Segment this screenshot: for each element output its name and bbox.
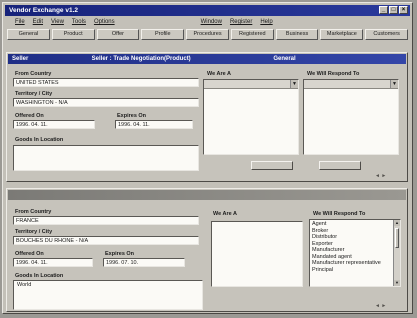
menu-bar: File Edit View Tools Options Window Regi… xyxy=(5,17,410,27)
scroll-thumb[interactable] xyxy=(395,228,399,248)
territory-label-2: Territory / City xyxy=(15,229,53,235)
toolbar-product-button[interactable]: Product xyxy=(51,29,95,40)
we-will-respond-dropdown[interactable]: ▼ xyxy=(304,80,398,89)
expires-on-label: Expires On xyxy=(117,113,147,119)
list-item[interactable]: Principal xyxy=(312,267,398,274)
toolbar-business-button[interactable]: Business xyxy=(275,29,319,40)
menu-file[interactable]: File xyxy=(15,19,25,25)
menu-options[interactable]: Options xyxy=(94,19,115,25)
menu-help[interactable]: Help xyxy=(260,19,272,25)
we-are-dropdown[interactable]: ▼ xyxy=(204,80,298,89)
menu-window[interactable]: Window xyxy=(201,19,222,25)
we-will-respond-label: We Will Respond To xyxy=(307,71,360,77)
respond-scrollbar[interactable]: ▲ ▼ xyxy=(393,220,400,286)
cancel-button[interactable] xyxy=(319,161,361,170)
expires-on-field[interactable]: 1996. 04. 11. xyxy=(115,120,193,129)
chevron-down-icon[interactable]: ▼ xyxy=(290,80,298,88)
seller-offer-window-2: From Country FRANCE Territory / City BOU… xyxy=(6,188,408,312)
territory-label: Territory / City xyxy=(15,91,53,97)
toolbar-customers-button[interactable]: Customers xyxy=(365,29,409,40)
we-are-label-2: We Are A xyxy=(213,211,237,217)
menu-tools[interactable]: Tools xyxy=(72,19,86,25)
seller-offer-titlebar[interactable]: Seller Seller : Trade Negotiation(Produc… xyxy=(8,54,406,64)
from-country-field-2[interactable]: FRANCE xyxy=(13,216,199,225)
scroll-down-icon[interactable]: ▼ xyxy=(394,280,400,286)
from-country-label-2: From Country xyxy=(15,209,52,215)
territory-field-2[interactable]: BOUCHES DU RHONE - N/A xyxy=(13,236,199,245)
goods-location-field[interactable] xyxy=(13,145,199,171)
toolbar-procedures-button[interactable]: Procedures xyxy=(186,29,229,40)
we-will-respond-list[interactable]: ▼ xyxy=(303,79,399,155)
window-controls: _ □ × xyxy=(379,6,408,14)
we-will-respond-label-2: We Will Respond To xyxy=(313,211,366,217)
toolbar-offer-button[interactable]: Offer xyxy=(96,29,140,40)
nav-arrows-icon[interactable]: ◄ ► xyxy=(375,173,386,179)
app-title: Vendor Exchange v1.2 xyxy=(9,7,79,14)
desktop: Vendor Exchange v1.2 _ □ × File Edit Vie… xyxy=(0,0,417,318)
offered-on-field[interactable]: 1996. 04. 11. xyxy=(13,120,95,129)
seller-offer-2-titlebar[interactable] xyxy=(8,190,406,200)
territory-field[interactable]: WASHINGTON - N/A xyxy=(13,98,199,107)
toolbar: General Product Offer Profile Procedures… xyxy=(7,29,409,40)
we-are-list-2[interactable] xyxy=(211,221,303,287)
goods-location-label: Goods In Location xyxy=(15,137,64,143)
window-title-left: Seller xyxy=(12,56,29,62)
goods-location-value-2: World xyxy=(17,282,32,288)
window-title-right: General xyxy=(273,56,296,62)
offered-on-label: Offered On xyxy=(15,113,44,119)
toolbar-registered-button[interactable]: Registered xyxy=(230,29,274,40)
we-will-respond-list-2[interactable]: Agent Broker Distributor Exporter Manufa… xyxy=(309,219,401,287)
chevron-down-icon[interactable]: ▼ xyxy=(390,80,398,88)
window-title-mid: Seller : Trade Negotiation(Product) xyxy=(91,56,191,62)
toolbar-marketplace-button[interactable]: Marketplace xyxy=(320,29,364,40)
offered-on-label-2: Offered On xyxy=(15,251,44,257)
offered-on-field-2[interactable]: 1996. 04. 11. xyxy=(13,258,93,267)
expires-on-label-2: Expires On xyxy=(105,251,135,257)
respond-options-list: Agent Broker Distributor Exporter Manufa… xyxy=(310,220,400,274)
goods-location-field-2[interactable]: World xyxy=(13,280,203,310)
from-country-label: From Country xyxy=(15,71,52,77)
goods-location-label-2: Goods In Location xyxy=(15,273,64,279)
menu-view[interactable]: View xyxy=(51,19,64,25)
minimize-icon[interactable]: _ xyxy=(379,6,388,14)
from-country-field[interactable]: UNITED STATES xyxy=(13,78,199,87)
menu-edit[interactable]: Edit xyxy=(33,19,43,25)
toolbar-general-button[interactable]: General xyxy=(7,29,50,40)
ok-button[interactable] xyxy=(251,161,293,170)
app-titlebar[interactable]: Vendor Exchange v1.2 _ □ × xyxy=(5,5,410,16)
scroll-up-icon[interactable]: ▲ xyxy=(394,220,400,226)
expires-on-field-2[interactable]: 1996. 07. 10. xyxy=(103,258,185,267)
we-are-label: We Are A xyxy=(207,71,231,77)
seller-offer-window: Seller Seller : Trade Negotiation(Produc… xyxy=(6,52,408,182)
toolbar-profile-button[interactable]: Profile xyxy=(141,29,185,40)
nav-arrows-icon[interactable]: ◄ ► xyxy=(375,303,386,309)
maximize-icon[interactable]: □ xyxy=(389,6,398,14)
menu-register[interactable]: Register xyxy=(230,19,252,25)
we-are-list[interactable]: ▼ xyxy=(203,79,299,155)
close-icon[interactable]: × xyxy=(399,6,408,14)
